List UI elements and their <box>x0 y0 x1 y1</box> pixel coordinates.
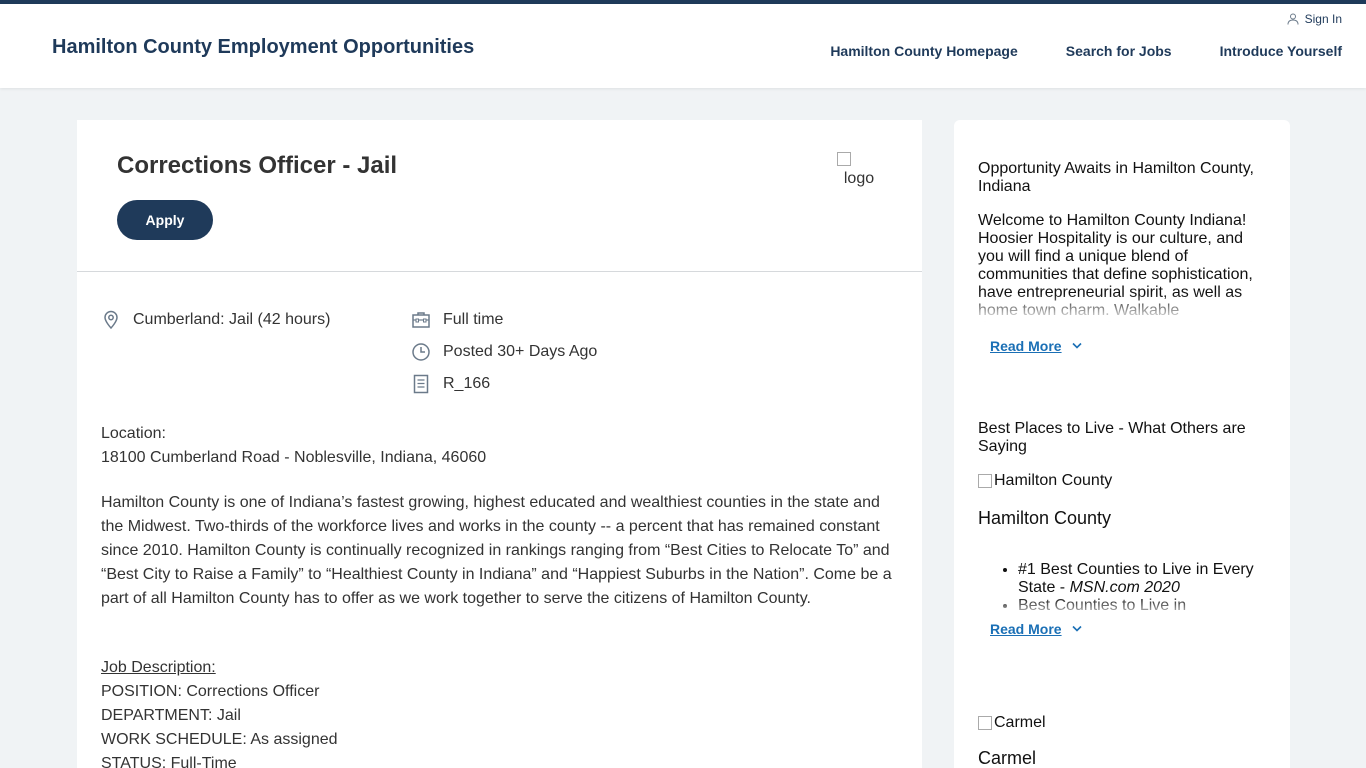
clock-icon <box>412 343 430 361</box>
briefcase-icon <box>412 312 430 328</box>
intro-paragraph: Hamilton County is one of Indiana’s fast… <box>101 494 892 607</box>
nav-search-jobs[interactable]: Search for Jobs <box>1066 43 1172 59</box>
carmel-image: Carmel <box>978 714 1268 732</box>
document-icon <box>413 374 429 394</box>
sidebar-card: Opportunity Awaits in Hamilton County, I… <box>954 120 1290 768</box>
read-more-label: Read More <box>990 338 1062 354</box>
chevron-down-icon <box>1072 625 1082 632</box>
broken-image-icon <box>978 716 992 730</box>
jd-line: WORK SCHEDULE: As assigned <box>101 731 338 748</box>
image-alt-text: Hamilton County <box>994 472 1113 489</box>
job-posted: Posted 30+ Days Ago <box>411 336 597 368</box>
location-pin-icon <box>104 310 118 330</box>
company-logo: logo <box>837 152 881 188</box>
address-text: 18100 Cumberland Road - Noblesville, Ind… <box>101 449 487 466</box>
nav-homepage[interactable]: Hamilton County Homepage <box>830 43 1017 59</box>
list-item-source: MSN.com 2020 <box>1069 579 1180 596</box>
jd-line: STATUS: Full-Time <box>101 755 237 768</box>
image-caption: Hamilton County <box>978 508 1112 528</box>
read-more-link[interactable]: Read More <box>990 621 1268 637</box>
section-heading: Best Places to Live - What Others are Sa… <box>978 420 1246 455</box>
job-title: Corrections Officer - Jail <box>117 152 398 179</box>
job-location-text: Cumberland: Jail (42 hours) <box>133 311 331 328</box>
hamilton-county-image: Hamilton County <box>978 472 1268 490</box>
broken-image-icon <box>837 152 851 166</box>
logo-alt-text: logo <box>843 170 875 187</box>
sidebar-section-best-places: Best Places to Live - What Others are Sa… <box>978 420 1268 637</box>
section-heading: Opportunity Awaits in Hamilton County, I… <box>978 160 1254 195</box>
location-label: Location: <box>101 425 166 442</box>
main-nav: Hamilton County Homepage Search for Jobs… <box>830 43 1342 59</box>
user-icon <box>1287 13 1299 25</box>
job-header: Corrections Officer - Jail Apply logo <box>77 120 922 272</box>
broken-image-icon <box>978 474 992 488</box>
job-req-id-text: R_166 <box>443 375 491 392</box>
list-item: #1 Best Counties to Live in Every State … <box>1018 561 1268 597</box>
read-more-label: Read More <box>990 621 1062 637</box>
job-meta-right: Full time Posted 30+ Days Ago R_166 <box>411 304 597 400</box>
site-title[interactable]: Hamilton County Employment Opportunities <box>52 36 474 59</box>
chevron-down-icon <box>1072 342 1082 349</box>
location-block: Location: 18100 Cumberland Road - Nobles… <box>101 422 901 470</box>
job-time-type: Full time <box>411 304 597 336</box>
sidebar-section-carmel: Carmel Carmel <box>978 714 1268 768</box>
job-details-block: Job Description: POSITION: Corrections O… <box>101 656 901 768</box>
image-alt-text: Carmel <box>994 714 1046 731</box>
image-caption: Carmel <box>978 748 1037 768</box>
sign-in-label: Sign In <box>1304 12 1342 26</box>
job-posted-text: Posted 30+ Days Ago <box>443 343 598 360</box>
job-time-type-text: Full time <box>443 311 504 328</box>
job-location: Cumberland: Jail (42 hours) <box>101 304 330 336</box>
job-description: Location: 18100 Cumberland Road - Nobles… <box>101 422 901 768</box>
section-text: Welcome to Hamilton County Indiana! Hoos… <box>978 212 1268 322</box>
apply-button[interactable]: Apply <box>117 200 213 240</box>
sign-in-link[interactable]: Sign In <box>1287 12 1342 26</box>
jd-line: POSITION: Corrections Officer <box>101 683 320 700</box>
nav-introduce-yourself[interactable]: Introduce Yourself <box>1220 43 1342 59</box>
jd-line: DEPARTMENT: Jail <box>101 707 241 724</box>
site-header: Hamilton County Employment Opportunities… <box>0 4 1366 88</box>
list-item: Best Counties to Live in <box>1018 597 1268 615</box>
read-more-link[interactable]: Read More <box>990 338 1268 354</box>
jd-heading: Job Description: <box>101 659 216 676</box>
job-req-id: R_166 <box>411 368 597 400</box>
job-meta-left: Cumberland: Jail (42 hours) <box>101 304 330 336</box>
job-card: Corrections Officer - Jail Apply logo Cu… <box>77 120 922 768</box>
sidebar-section-opportunity: Opportunity Awaits in Hamilton County, I… <box>978 160 1268 354</box>
rankings-list: #1 Best Counties to Live in Every State … <box>978 561 1268 619</box>
